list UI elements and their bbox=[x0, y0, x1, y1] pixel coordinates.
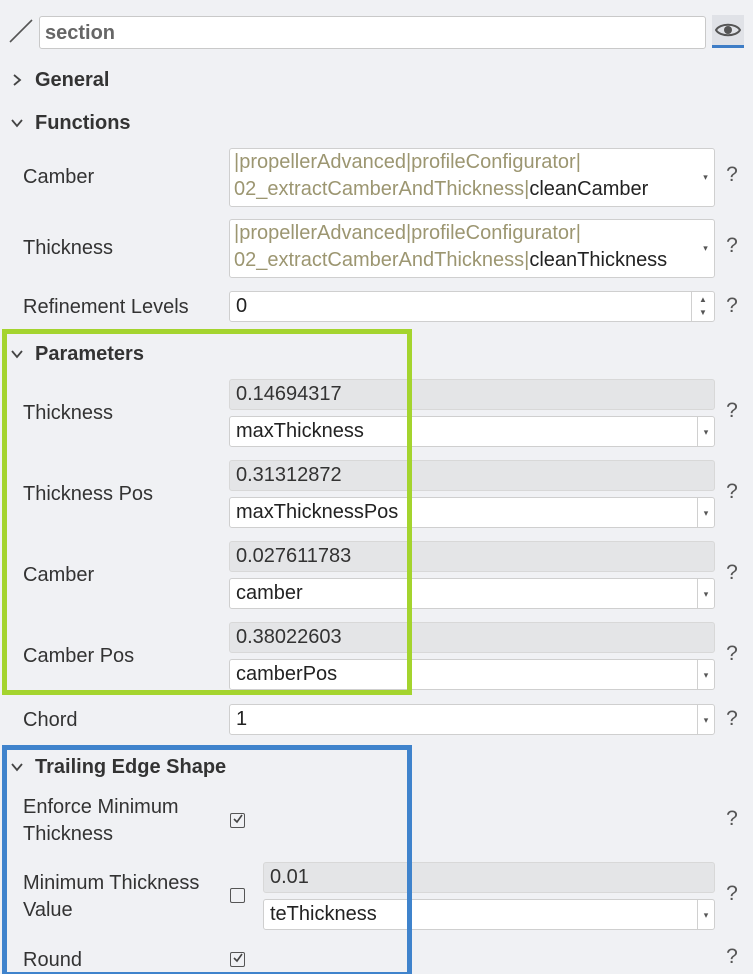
row-label-thickness-function: Thickness bbox=[23, 237, 114, 259]
eye-icon bbox=[715, 23, 741, 37]
chevron-down-icon: ▾ bbox=[703, 172, 708, 182]
help-icon[interactable]: ? bbox=[722, 479, 742, 505]
section-title-general: General bbox=[35, 69, 110, 91]
help-icon[interactable]: ? bbox=[722, 641, 742, 667]
object-name-field[interactable]: section bbox=[39, 16, 706, 49]
camber-function-select[interactable]: |propellerAdvanced|profileConfigurator| … bbox=[229, 148, 715, 207]
section-header-general[interactable]: General bbox=[10, 66, 310, 94]
refinement-levels-spinbox[interactable]: 0 ▲ ▼ bbox=[229, 291, 715, 322]
row-label-chord: Chord bbox=[23, 709, 78, 731]
chevron-down-icon[interactable]: ▾ bbox=[697, 705, 714, 734]
section-title-functions: Functions bbox=[35, 112, 131, 134]
help-icon[interactable]: ? bbox=[722, 293, 742, 319]
function-path: |propellerAdvanced|profileConfigurator| bbox=[234, 222, 581, 244]
function-path: |propellerAdvanced|profileConfigurator| bbox=[234, 151, 581, 173]
refinement-levels-value: 0 bbox=[236, 295, 248, 317]
help-icon[interactable]: ? bbox=[722, 944, 742, 970]
trailing-edge-highlight-frame bbox=[2, 745, 412, 974]
chevron-down-icon[interactable]: ▾ bbox=[697, 417, 714, 446]
row-label-refinement-levels: Refinement Levels bbox=[23, 296, 189, 318]
chevron-right-icon bbox=[13, 74, 22, 86]
help-icon[interactable]: ? bbox=[722, 806, 742, 832]
chevron-down-icon[interactable]: ▾ bbox=[697, 660, 714, 689]
spinner-arrows-icon[interactable]: ▲ ▼ bbox=[691, 292, 714, 321]
chevron-down-icon[interactable]: ▾ bbox=[697, 900, 714, 929]
row-label-camber-function: Camber bbox=[23, 166, 95, 188]
chevron-down-icon[interactable]: ▾ bbox=[697, 498, 714, 527]
section-header-functions[interactable]: Functions bbox=[10, 109, 310, 137]
help-icon[interactable]: ? bbox=[722, 706, 742, 732]
parameters-highlight-frame bbox=[2, 329, 412, 695]
chord-value: 1 bbox=[236, 708, 248, 730]
help-icon[interactable]: ? bbox=[722, 233, 742, 259]
help-icon[interactable]: ? bbox=[722, 560, 742, 586]
thickness-function-select[interactable]: |propellerAdvanced|profileConfigurator| … bbox=[229, 219, 715, 278]
visibility-toggle-button[interactable] bbox=[712, 15, 744, 48]
chord-combo[interactable]: 1 ▾ bbox=[229, 704, 715, 735]
function-path: 02_extractCamberAndThickness|cleanThickn… bbox=[234, 249, 668, 271]
chevron-down-icon bbox=[11, 119, 23, 128]
help-icon[interactable]: ? bbox=[722, 881, 742, 907]
help-icon[interactable]: ? bbox=[722, 398, 742, 424]
function-path: 02_extractCamberAndThickness|cleanCamber bbox=[234, 178, 649, 200]
line-icon bbox=[8, 18, 34, 44]
chevron-down-icon[interactable]: ▾ bbox=[697, 579, 714, 608]
chevron-down-icon: ▾ bbox=[703, 243, 708, 253]
help-icon[interactable]: ? bbox=[722, 162, 742, 188]
